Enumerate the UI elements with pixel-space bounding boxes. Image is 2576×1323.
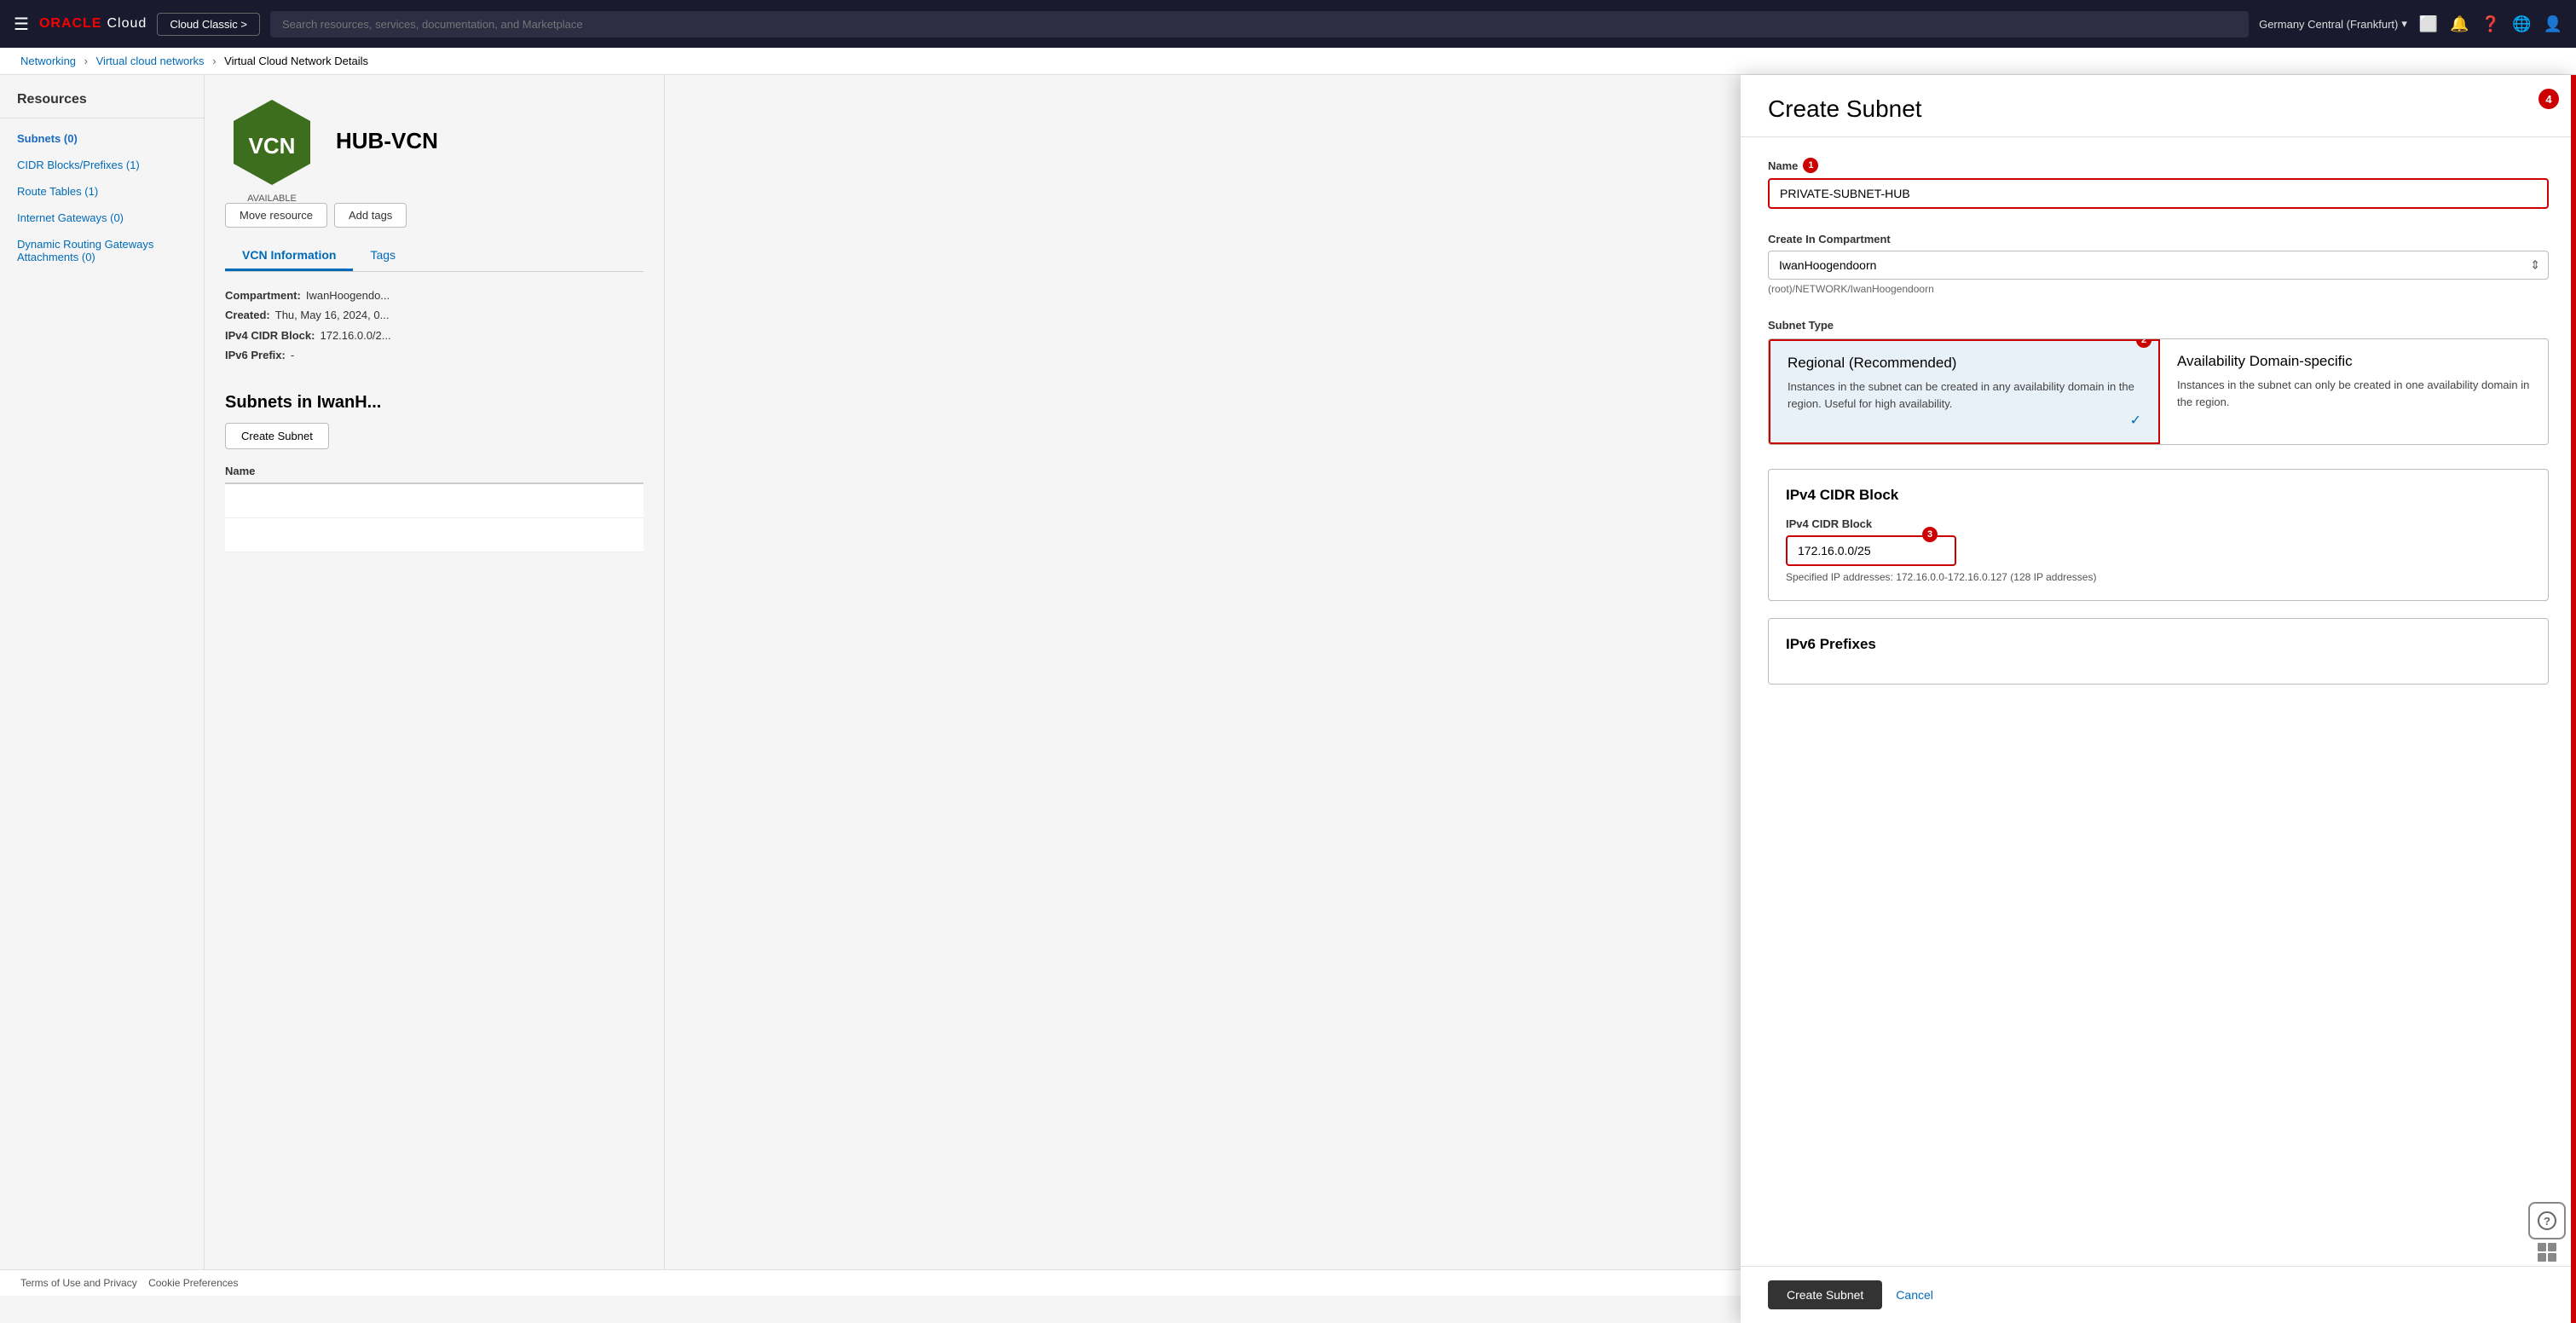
subnet-type-label: Subnet Type: [1768, 319, 1834, 332]
name-section: Name 1: [1768, 158, 2549, 209]
compartment-label: Compartment:: [225, 286, 301, 305]
ipv4-cidr-label: IPv4 CIDR Block: [1786, 517, 2531, 530]
svg-text:?: ?: [2544, 1215, 2550, 1228]
ipv4-value: 172.16.0.0/2...: [320, 326, 390, 345]
search-input[interactable]: [270, 11, 2249, 38]
notification-icon[interactable]: 🔔: [2450, 15, 2469, 33]
vcn-details-info: Compartment: IwanHoogendo... Created: Th…: [205, 272, 664, 379]
user-icon[interactable]: 👤: [2544, 15, 2562, 33]
created-value: Thu, May 16, 2024, 0...: [275, 305, 390, 325]
console-icon[interactable]: ⬜: [2419, 15, 2438, 33]
regional-check-icon: ✓: [2130, 412, 2141, 429]
create-subnet-button[interactable]: Create Subnet: [225, 423, 329, 449]
regional-card-desc: Instances in the subnet can be created i…: [1788, 378, 2141, 412]
subnet-type-regional[interactable]: 2 Regional (Recommended) Instances in th…: [1769, 339, 2160, 444]
availability-card-title: Availability Domain-specific: [2177, 353, 2531, 370]
availability-card-desc: Instances in the subnet can only be crea…: [2177, 377, 2531, 410]
help-widget: ?: [2528, 1202, 2566, 1262]
cancel-button[interactable]: Cancel: [1896, 1280, 1933, 1309]
subnet-type-section: Subnet Type 2 Regional (Recommended) Ins…: [1768, 319, 2549, 445]
move-resource-button[interactable]: Move resource: [225, 203, 327, 228]
overlay-scrollable-content[interactable]: Name 1 Create In Compartment IwanHoogend…: [1741, 137, 2576, 1266]
ipv6-label: IPv6 Prefix:: [225, 345, 286, 365]
step1-badge: 1: [1803, 158, 1818, 173]
subnets-section: Subnets in IwanH... Create Subnet Name: [205, 379, 664, 566]
table-empty-row-1: [225, 484, 644, 518]
subnet-type-availability[interactable]: Availability Domain-specific Instances i…: [2160, 339, 2548, 444]
vcn-actions: Move resource Add tags: [205, 203, 664, 241]
overlay-header: Create Subnet: [1741, 75, 2576, 137]
create-subnet-submit-button[interactable]: Create Subnet: [1768, 1280, 1882, 1309]
region-selector[interactable]: Germany Central (Frankfurt) ▾: [2259, 17, 2407, 31]
breadcrumb-current: Virtual Cloud Network Details: [224, 55, 368, 67]
top-navigation: ☰ ORACLE Cloud Cloud Classic > Germany C…: [0, 0, 2576, 48]
breadcrumb-networking[interactable]: Networking: [20, 55, 76, 67]
scroll-bar[interactable]: [2571, 75, 2576, 1323]
ipv4-hint: Specified IP addresses: 172.16.0.0-172.1…: [1786, 571, 2531, 583]
help-widget-icon[interactable]: ?: [2528, 1202, 2566, 1239]
tab-tags[interactable]: Tags: [353, 241, 413, 271]
breadcrumb: Networking › Virtual cloud networks › Vi…: [0, 48, 2576, 75]
step3-badge: 3: [1922, 527, 1938, 542]
cookie-preferences-link[interactable]: Cookie Preferences: [148, 1277, 238, 1289]
help-widget-grid: [2538, 1243, 2556, 1262]
terms-link[interactable]: Terms of Use and Privacy: [20, 1277, 137, 1289]
name-field-label: Name: [1768, 159, 1798, 172]
sidebar-item-route-tables[interactable]: Route Tables (1): [0, 178, 204, 205]
nav-right: Germany Central (Frankfurt) ▾ ⬜ 🔔 ❓ 🌐 👤: [2259, 15, 2562, 33]
resources-sidebar: Resources Subnets (0) CIDR Blocks/Prefix…: [0, 75, 205, 1292]
tab-vcn-information[interactable]: VCN Information: [225, 241, 353, 271]
overlay-title: Create Subnet: [1768, 95, 1922, 123]
cloud-classic-button[interactable]: Cloud Classic >: [157, 13, 260, 36]
ipv6-value: -: [291, 345, 294, 365]
svg-text:VCN: VCN: [249, 133, 296, 159]
compartment-select[interactable]: IwanHoogendoorn: [1768, 251, 2549, 280]
footer-left: Terms of Use and Privacy Cookie Preferen…: [20, 1277, 238, 1289]
regional-card-title: Regional (Recommended): [1788, 355, 2141, 372]
vcn-hexagon-icon: VCN AVAILABLE: [225, 95, 319, 189]
table-empty-row-2: [225, 518, 644, 552]
ipv4-section-title: IPv4 CIDR Block: [1786, 487, 2531, 504]
created-label: Created:: [225, 305, 270, 325]
sidebar-item-cidr[interactable]: CIDR Blocks/Prefixes (1): [0, 152, 204, 178]
compartment-value: IwanHoogendo...: [306, 286, 390, 305]
step2-badge: 2: [2136, 338, 2151, 348]
vcn-header: VCN AVAILABLE HUB-VCN: [205, 75, 664, 203]
step4-badge: 4: [2538, 89, 2559, 109]
compartment-section: Create In Compartment IwanHoogendoorn ⇕ …: [1768, 233, 2549, 295]
subnets-title: Subnets in IwanH...: [225, 393, 644, 413]
region-chevron-icon: ▾: [2401, 17, 2407, 31]
create-subnet-panel: 4 Create Subnet Name 1 Create In Compart…: [1741, 75, 2576, 1323]
ipv6-section-title: IPv6 Prefixes: [1786, 636, 2531, 653]
language-icon[interactable]: 🌐: [2512, 15, 2531, 33]
compartment-select-wrap: IwanHoogendoorn ⇕: [1768, 251, 2549, 280]
table-header-name: Name: [225, 459, 644, 484]
add-tags-button[interactable]: Add tags: [334, 203, 407, 228]
sidebar-item-subnets[interactable]: Subnets (0): [0, 125, 204, 152]
main-layout: Resources Subnets (0) CIDR Blocks/Prefix…: [0, 75, 2576, 1292]
help-icon[interactable]: ❓: [2481, 15, 2500, 33]
compartment-field-label: Create In Compartment: [1768, 233, 2549, 246]
ipv4-cidr-field-wrap: 3: [1786, 535, 2531, 566]
ipv4-label: IPv4 CIDR Block:: [225, 326, 315, 345]
region-label: Germany Central (Frankfurt): [2259, 18, 2398, 31]
vcn-title: HUB-VCN: [336, 128, 438, 154]
hamburger-menu-icon[interactable]: ☰: [14, 14, 29, 35]
vcn-details-panel: VCN AVAILABLE HUB-VCN Move resource Add …: [205, 75, 665, 1292]
overlay-actions: Create Subnet Cancel: [1741, 1266, 2576, 1323]
subnet-type-row: 2 Regional (Recommended) Instances in th…: [1768, 338, 2549, 445]
compartment-hint: (root)/NETWORK/IwanHoogendoorn: [1768, 283, 2549, 295]
sidebar-item-internet-gateways[interactable]: Internet Gateways (0): [0, 205, 204, 231]
breadcrumb-vcn-list[interactable]: Virtual cloud networks: [96, 55, 205, 67]
vcn-status-label: AVAILABLE: [225, 194, 319, 204]
oracle-logo: ORACLE Cloud: [39, 16, 147, 32]
vcn-tabs: VCN Information Tags: [225, 241, 644, 272]
resources-title: Resources: [0, 92, 204, 118]
sidebar-item-drg[interactable]: Dynamic Routing Gateways Attachments (0): [0, 231, 204, 270]
ipv4-section: IPv4 CIDR Block IPv4 CIDR Block 3 Specif…: [1768, 469, 2549, 601]
ipv6-section: IPv6 Prefixes: [1768, 618, 2549, 685]
subnet-name-input[interactable]: [1768, 178, 2549, 209]
